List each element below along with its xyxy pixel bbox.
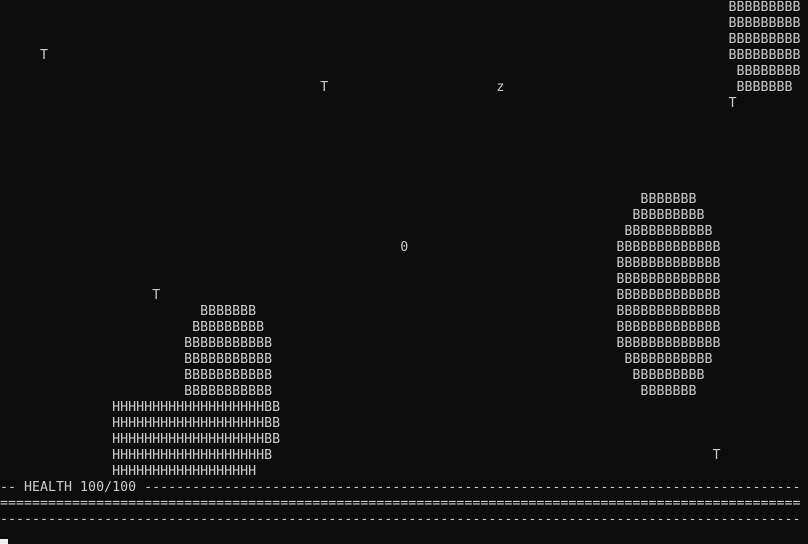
map-row: BBBBBBBBBBBBB bbox=[0, 256, 721, 271]
map-row: BBBBBBB bbox=[0, 192, 697, 207]
map-row: HHHHHHHHHHHHHHHHHHHBB bbox=[0, 400, 281, 415]
map-row: BBBBBBBBBBB BBBBBBBBB bbox=[0, 368, 705, 383]
map-row: BBBBBBBBBBB bbox=[0, 224, 713, 239]
map-row: BBBBBBBBBBBBB bbox=[0, 272, 721, 287]
map-row: 0 BBBBBBBBBBBBB bbox=[0, 240, 721, 255]
map-row: BBBBBBBBBBB BBBBBBBBBBB bbox=[0, 352, 713, 367]
text-cursor bbox=[0, 539, 8, 544]
map-row: BBBBBBBBBBB BBBBBBB bbox=[0, 384, 697, 399]
map-row: T BBBBBBBBB bbox=[0, 48, 801, 63]
map-row: BBBBBBBBB bbox=[0, 32, 801, 47]
map-row: T BBBBBBBBBBBBB bbox=[0, 288, 721, 303]
game-terminal[interactable]: BBBBBBBBB BBBBBBBBB BBBBBBBBB T BBBBBBBB… bbox=[0, 0, 808, 544]
map-row: BBBBBBB BBBBBBBBBBBBB bbox=[0, 304, 721, 319]
map-row: HHHHHHHHHHHHHHHHHH bbox=[0, 464, 257, 479]
map-row: BBBBBBBBB bbox=[0, 0, 801, 15]
map-row: BBBBBBBB bbox=[0, 64, 801, 79]
status-separator: ========================================… bbox=[0, 496, 801, 511]
map-row: HHHHHHHHHHHHHHHHHHHBB bbox=[0, 416, 281, 431]
map-row: BBBBBBBBB BBBBBBBBBBBBB bbox=[0, 320, 721, 335]
status-bar: -- HEALTH 100/100 ----------------------… bbox=[0, 480, 801, 495]
map-row: HHHHHHHHHHHHHHHHHHHBB bbox=[0, 432, 281, 447]
map-row: T z BBBBBBB bbox=[0, 80, 793, 95]
status-separator: ----------------------------------------… bbox=[0, 512, 801, 527]
map-row: BBBBBBBBB bbox=[0, 16, 801, 31]
map-row: BBBBBBBBBBB BBBBBBBBBBBBB bbox=[0, 336, 721, 351]
map-row: T bbox=[0, 96, 737, 111]
map-row: HHHHHHHHHHHHHHHHHHHB T bbox=[0, 448, 721, 463]
map-row: BBBBBBBBB bbox=[0, 208, 705, 223]
